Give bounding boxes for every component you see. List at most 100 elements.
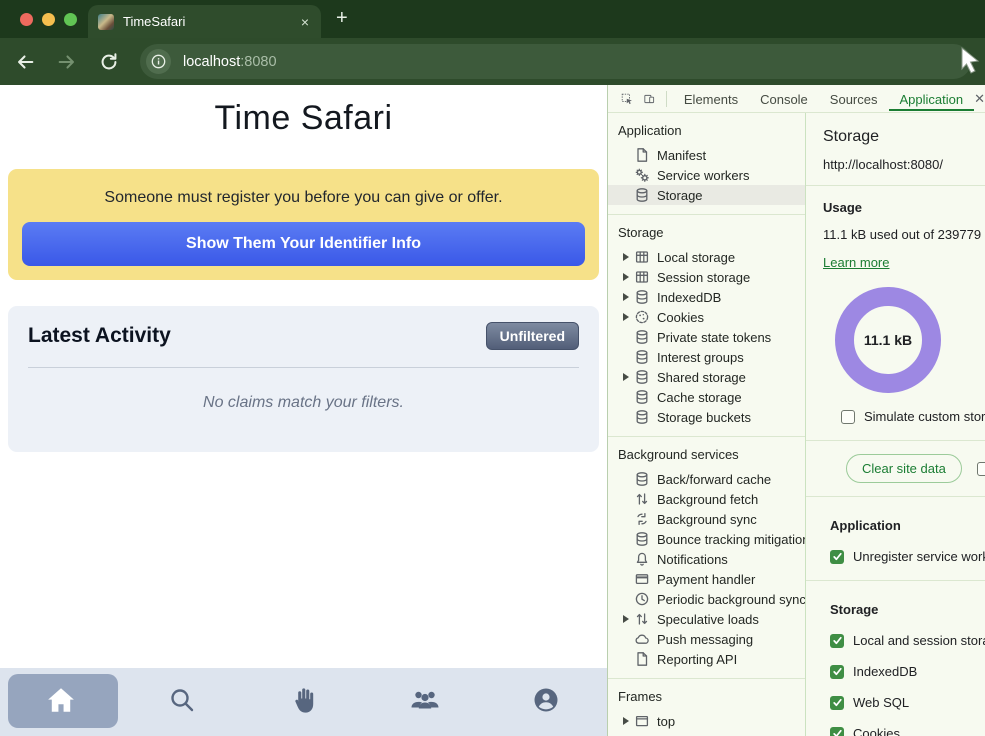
devtools-tab-sources[interactable]: Sources: [819, 86, 889, 111]
toolbar-divider: [666, 91, 667, 107]
checkbox-label: Local and session storage: [853, 633, 985, 648]
tree-item-reporting-api[interactable]: Reporting API: [608, 649, 805, 669]
tree-item-local-storage[interactable]: Local storage: [608, 247, 805, 267]
address-bar[interactable]: localhost:8080: [140, 44, 971, 79]
devtools-tab-application[interactable]: Application: [889, 86, 975, 111]
checkbox-label: Cookies: [853, 726, 900, 736]
simulate-quota-label: Simulate custom storage quota: [864, 409, 985, 424]
site-favicon-icon: [98, 14, 114, 30]
window-minimize-button[interactable]: [42, 13, 55, 26]
database-icon: [634, 531, 650, 547]
database-icon: [634, 329, 650, 345]
simulate-quota-checkbox[interactable]: [841, 410, 855, 424]
tree-item-background-sync[interactable]: Background sync: [608, 509, 805, 529]
window-close-button[interactable]: [20, 13, 33, 26]
nav-item-home[interactable]: [0, 668, 121, 736]
usage-heading: Usage: [823, 200, 985, 215]
sync-icon: [634, 511, 650, 527]
devtools-toolbar: ElementsConsoleSourcesApplication ✕: [608, 85, 985, 113]
indexeddb-checkbox[interactable]: [830, 665, 844, 679]
tree-item-label: Session storage: [657, 270, 750, 285]
check-row-web-sql: Web SQL: [830, 695, 985, 710]
tree-item-service-workers[interactable]: Service workers: [608, 165, 805, 185]
tree-item-background-fetch[interactable]: Background fetch: [608, 489, 805, 509]
nav-item-people[interactable]: [364, 668, 485, 736]
expand-arrow-icon[interactable]: [623, 615, 629, 623]
browser-tab-bar: TimeSafari × +: [0, 0, 985, 38]
cookie-icon: [634, 309, 650, 325]
tree-item-push-messaging[interactable]: Push messaging: [608, 629, 805, 649]
clock-icon: [634, 591, 650, 607]
cookies-checkbox[interactable]: [830, 727, 844, 736]
card-icon: [634, 571, 650, 587]
nav-item-hand[interactable]: [243, 668, 364, 736]
tree-item-label: Cache storage: [657, 390, 742, 405]
bottom-navigation: [0, 668, 607, 736]
tree-item-top[interactable]: top: [608, 711, 805, 731]
device-toolbar-icon[interactable]: [643, 89, 655, 109]
url-host: localhost: [183, 54, 240, 70]
tree-item-label: Manifest: [657, 148, 706, 163]
tree-item-shared-storage[interactable]: Shared storage: [608, 367, 805, 387]
check-row-local-and-session-storage: Local and session storage: [830, 633, 985, 648]
tree-item-session-storage[interactable]: Session storage: [608, 267, 805, 287]
tab-close-icon[interactable]: ×: [299, 14, 311, 30]
alert-message: Someone must register you before you can…: [22, 189, 585, 207]
expand-arrow-icon[interactable]: [623, 253, 629, 261]
tree-item-cache-storage[interactable]: Cache storage: [608, 387, 805, 407]
unfiltered-button[interactable]: Unfiltered: [486, 322, 579, 350]
forward-icon[interactable]: [56, 51, 78, 73]
browser-tab[interactable]: TimeSafari ×: [88, 5, 321, 38]
expand-arrow-icon[interactable]: [623, 373, 629, 381]
latest-activity-title: Latest Activity: [28, 324, 171, 348]
reload-icon[interactable]: [98, 51, 120, 73]
new-tab-button[interactable]: +: [336, 7, 348, 30]
tree-item-periodic-background-sync[interactable]: Periodic background sync: [608, 589, 805, 609]
tree-section-title-background-services: Background services: [608, 447, 805, 462]
url-text: localhost:8080: [183, 54, 277, 70]
devtools-tab-console[interactable]: Console: [749, 86, 819, 111]
nav-item-person[interactable]: [486, 668, 607, 736]
tree-item-storage[interactable]: Storage: [608, 185, 805, 205]
tree-item-indexeddb[interactable]: IndexedDB: [608, 287, 805, 307]
learn-more-link[interactable]: Learn more: [823, 255, 889, 270]
page-content: Time Safari Someone must register you be…: [0, 85, 607, 736]
database-icon: [634, 369, 650, 385]
back-icon[interactable]: [14, 51, 36, 73]
web-sql-checkbox[interactable]: [830, 696, 844, 710]
window-zoom-button[interactable]: [64, 13, 77, 26]
devtools-tab-elements[interactable]: Elements: [673, 86, 749, 111]
tree-item-speculative-loads[interactable]: Speculative loads: [608, 609, 805, 629]
include-third-party-checkbox[interactable]: [977, 462, 985, 476]
site-info-icon[interactable]: [146, 49, 171, 74]
tree-item-notifications[interactable]: Notifications: [608, 549, 805, 569]
expand-arrow-icon[interactable]: [623, 273, 629, 281]
tree-item-bounce-tracking-mitigations[interactable]: Bounce tracking mitigations: [608, 529, 805, 549]
tree-item-private-state-tokens[interactable]: Private state tokens: [608, 327, 805, 347]
expand-arrow-icon[interactable]: [623, 313, 629, 321]
file-icon: [634, 651, 650, 667]
window-controls: [20, 13, 77, 26]
activity-divider: [28, 367, 579, 368]
tree-item-interest-groups[interactable]: Interest groups: [608, 347, 805, 367]
tree-item-back-forward-cache[interactable]: Back/forward cache: [608, 469, 805, 489]
tree-item-label: Private state tokens: [657, 330, 771, 345]
tree-item-payment-handler[interactable]: Payment handler: [608, 569, 805, 589]
tree-item-manifest[interactable]: Manifest: [608, 145, 805, 165]
local-and-session-storage-checkbox[interactable]: [830, 634, 844, 648]
unregister-service-workers-checkbox[interactable]: [830, 550, 844, 564]
nav-item-search[interactable]: [121, 668, 242, 736]
tree-item-label: Storage: [657, 188, 703, 203]
inspect-element-icon[interactable]: [621, 89, 633, 109]
tree-item-cookies[interactable]: Cookies: [608, 307, 805, 327]
clear-site-data-button[interactable]: Clear site data: [846, 454, 962, 483]
devtools-close-icon[interactable]: ✕: [974, 91, 985, 107]
tree-item-storage-buckets[interactable]: Storage buckets: [608, 407, 805, 427]
check-row-indexeddb: IndexedDB: [830, 664, 985, 679]
table-icon: [634, 269, 650, 285]
show-identifier-info-button[interactable]: Show Them Your Identifier Info: [22, 222, 585, 266]
expand-arrow-icon[interactable]: [623, 717, 629, 725]
browser-toolbar: localhost:8080: [0, 38, 985, 85]
person-icon: [532, 686, 560, 719]
expand-arrow-icon[interactable]: [623, 293, 629, 301]
